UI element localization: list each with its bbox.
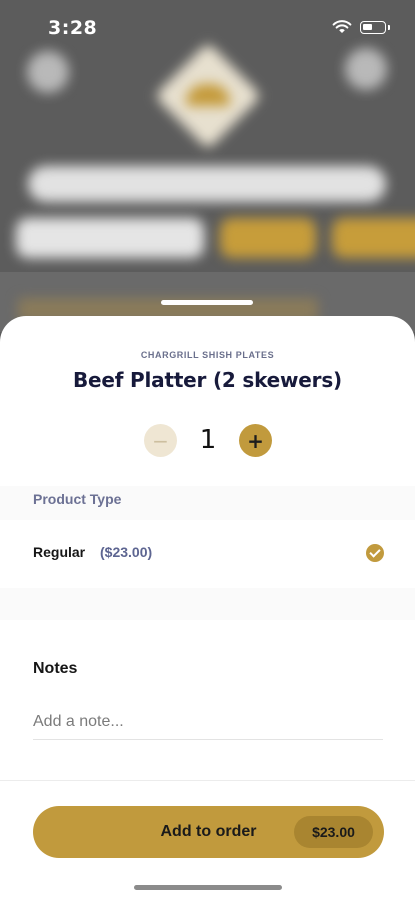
add-to-order-button[interactable]: Add to order $23.00 [33, 806, 384, 858]
product-type-label: Product Type [33, 491, 122, 507]
notes-input[interactable] [33, 704, 383, 740]
back-icon [27, 51, 69, 93]
increase-quantity-button[interactable]: + [239, 424, 272, 457]
product-option-regular[interactable]: Regular ($23.00) [0, 520, 415, 588]
check-icon [366, 544, 384, 562]
order-total-badge: $23.00 [294, 816, 373, 848]
battery-icon [360, 21, 390, 34]
background-search-bar [28, 166, 386, 202]
decrease-quantity-button[interactable]: − [144, 424, 177, 457]
quantity-stepper: − 1 + [144, 424, 272, 458]
home-indicator [134, 885, 282, 890]
item-category: CHARGRILL SHISH PLATES [140, 350, 275, 360]
option-price: ($23.00) [100, 544, 153, 560]
status-time: 3:28 [48, 17, 98, 39]
background-filter-pill [16, 218, 204, 258]
quantity-value: 1 [199, 425, 217, 455]
sheet-drag-handle[interactable] [161, 300, 253, 305]
background-filter-pill [220, 218, 316, 258]
background-filter-pill [332, 218, 415, 258]
option-name: Regular [33, 544, 86, 560]
footer-divider [0, 780, 415, 781]
section-divider [0, 588, 415, 620]
plus-icon: + [247, 428, 264, 453]
item-title: Beef Platter (2 skewers) [73, 368, 342, 392]
notes-label: Notes [33, 660, 78, 677]
wifi-icon [332, 20, 352, 33]
minus-icon: − [152, 428, 169, 453]
search-icon [345, 48, 387, 90]
status-bar: 3:28 [0, 0, 415, 50]
item-detail-sheet: CHARGRILL SHISH PLATES Beef Platter (2 s… [0, 316, 415, 900]
